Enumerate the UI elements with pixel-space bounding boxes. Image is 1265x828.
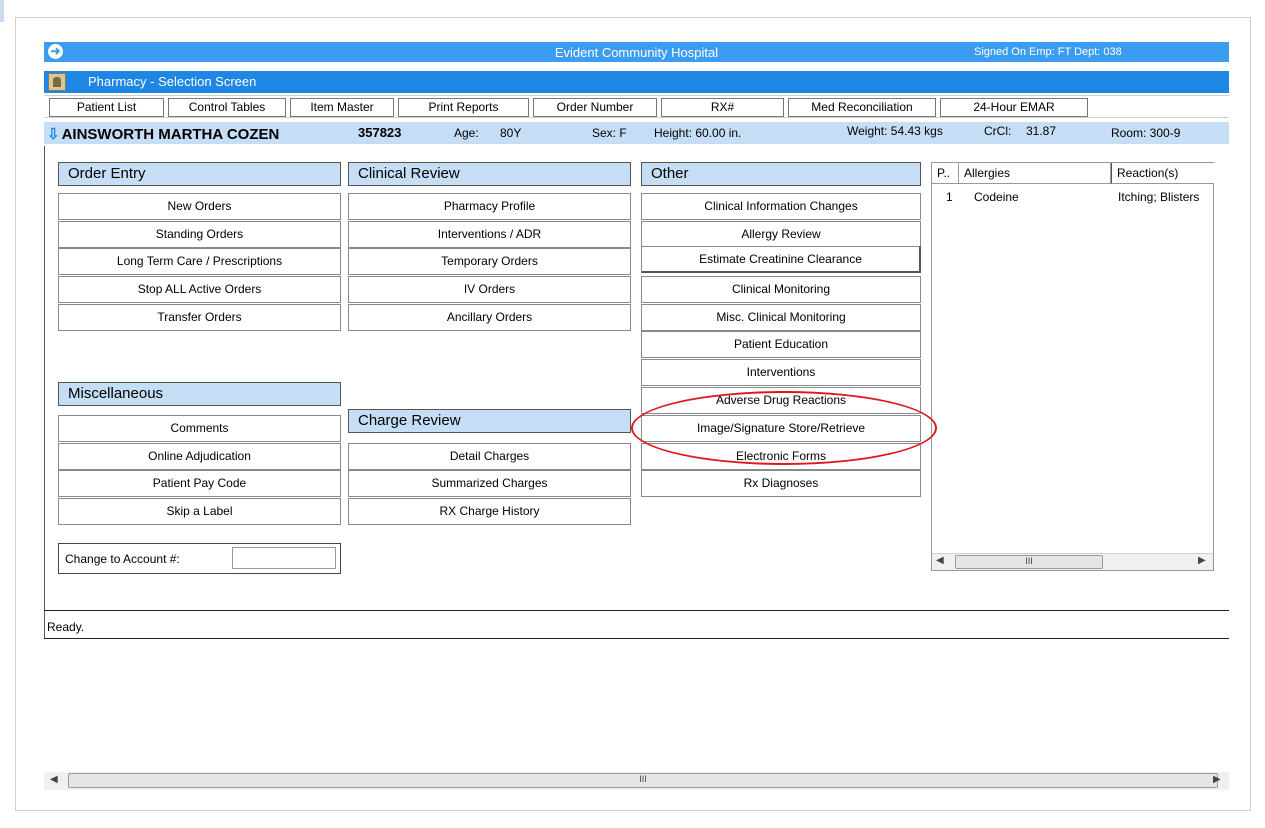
allergies-column-header[interactable]: Allergies xyxy=(959,163,1111,184)
crcl-label: CrCl: xyxy=(984,124,1012,138)
scroll-left-icon[interactable]: ◀ xyxy=(936,555,944,566)
priority-column-header[interactable]: P.. xyxy=(932,163,959,184)
page-scroll-thumb[interactable]: III xyxy=(68,773,1218,788)
scroll-thumb[interactable]: III xyxy=(955,555,1103,569)
allergy-priority: 1 xyxy=(946,190,953,204)
window-edge xyxy=(0,0,4,22)
ancillary-orders-button[interactable]: Ancillary Orders xyxy=(348,304,631,331)
allergy-review-button[interactable]: Allergy Review xyxy=(641,221,921,248)
reactions-column-header[interactable]: Reaction(s) xyxy=(1111,163,1214,184)
change-account-label: Change to Account #: xyxy=(65,552,180,566)
height: Height: 60.00 in. xyxy=(654,126,742,140)
down-arrow-icon[interactable]: ⇩ xyxy=(47,126,60,143)
title-bar: ➜ Evident Community Hospital Signed On E… xyxy=(44,42,1229,62)
patient-name-text: AINSWORTH MARTHA COZEN xyxy=(61,126,280,143)
print-reports-button[interactable]: Print Reports xyxy=(398,98,529,117)
crcl-value: 31.87 xyxy=(1026,124,1057,138)
detail-charges-button[interactable]: Detail Charges xyxy=(348,443,631,470)
misc-clinical-monitoring-button[interactable]: Misc. Clinical Monitoring xyxy=(641,304,921,331)
page-scroll-left-icon[interactable]: ◀ xyxy=(50,774,58,785)
image-signature-store-retrieve-button[interactable]: Image/Signature Store/Retrieve xyxy=(641,415,921,442)
standing-orders-button[interactable]: Standing Orders xyxy=(58,221,341,248)
charge-review-header: Charge Review xyxy=(348,409,631,433)
patient-education-button[interactable]: Patient Education xyxy=(641,331,921,358)
stop-all-active-orders-button[interactable]: Stop ALL Active Orders xyxy=(58,276,341,303)
toolbar: Patient List Control Tables Item Master … xyxy=(44,95,1229,118)
account-number-input[interactable] xyxy=(232,547,336,569)
allergies-panel: P.. Allergies Reaction(s) 1 Codeine Itch… xyxy=(931,162,1214,571)
comments-button[interactable]: Comments xyxy=(58,415,341,442)
med-reconciliation-button[interactable]: Med Reconciliation xyxy=(788,98,936,117)
allergy-reaction: Itching; Blisters xyxy=(1118,190,1200,204)
patient-name: ⇩ AINSWORTH MARTHA COZEN xyxy=(47,125,279,143)
clinical-monitoring-button[interactable]: Clinical Monitoring xyxy=(641,276,921,303)
control-tables-button[interactable]: Control Tables xyxy=(168,98,286,117)
item-master-button[interactable]: Item Master xyxy=(290,98,394,117)
temporary-orders-button[interactable]: Temporary Orders xyxy=(348,248,631,275)
patient-id: 357823 xyxy=(358,125,402,140)
age-value: 80Y xyxy=(500,126,522,140)
order-entry-header: Order Entry xyxy=(58,162,341,186)
interventions-button[interactable]: Interventions xyxy=(641,359,921,386)
pharmacy-profile-button[interactable]: Pharmacy Profile xyxy=(348,193,631,220)
online-adjudication-button[interactable]: Online Adjudication xyxy=(58,443,341,470)
rx-diagnoses-button[interactable]: Rx Diagnoses xyxy=(641,470,921,497)
new-orders-button[interactable]: New Orders xyxy=(58,193,341,220)
room: Room: 300-9 xyxy=(1111,126,1181,140)
screen-title-bar: Pharmacy - Selection Screen xyxy=(44,71,1229,93)
sex: Sex: F xyxy=(592,126,627,140)
age-label: Age: xyxy=(454,126,479,140)
iv-orders-button[interactable]: IV Orders xyxy=(348,276,631,303)
allergies-horizontal-scrollbar[interactable]: ◀ III ▶ xyxy=(932,553,1213,570)
screen-title: Pharmacy - Selection Screen xyxy=(88,74,257,89)
content-left-border xyxy=(44,146,45,639)
patient-pay-code-button[interactable]: Patient Pay Code xyxy=(58,470,341,497)
long-term-care-button[interactable]: Long Term Care / Prescriptions xyxy=(58,248,341,275)
rx-number-button[interactable]: RX# xyxy=(661,98,784,117)
scroll-right-icon[interactable]: ▶ xyxy=(1198,555,1206,566)
clinical-review-header: Clinical Review xyxy=(348,162,631,186)
weight: Weight: 54.43 kgs xyxy=(847,124,943,138)
pharmacist-icon xyxy=(48,73,66,91)
signed-on-info: Signed On Emp: FT Dept: 038 xyxy=(974,46,1122,58)
status-divider-bottom xyxy=(44,638,1229,639)
page-horizontal-scrollbar[interactable]: ◀ III ▶ xyxy=(44,772,1229,790)
other-header: Other xyxy=(641,162,921,186)
change-account-box: Change to Account #: xyxy=(58,543,341,574)
transfer-orders-button[interactable]: Transfer Orders xyxy=(58,304,341,331)
adverse-drug-reactions-button[interactable]: Adverse Drug Reactions xyxy=(641,387,921,414)
electronic-forms-button[interactable]: Electronic Forms xyxy=(641,443,921,470)
clinical-information-changes-button[interactable]: Clinical Information Changes xyxy=(641,193,921,220)
allergy-name: Codeine xyxy=(974,190,1019,204)
rx-charge-history-button[interactable]: RX Charge History xyxy=(348,498,631,525)
order-number-button[interactable]: Order Number xyxy=(533,98,657,117)
patient-list-button[interactable]: Patient List xyxy=(49,98,164,117)
estimate-creatinine-clearance-button[interactable]: Estimate Creatinine Clearance xyxy=(641,246,921,273)
status-text: Ready. xyxy=(47,620,85,634)
status-divider-top xyxy=(44,610,1229,611)
miscellaneous-header: Miscellaneous xyxy=(58,382,341,406)
summarized-charges-button[interactable]: Summarized Charges xyxy=(348,470,631,497)
interventions-adr-button[interactable]: Interventions / ADR xyxy=(348,221,631,248)
page-scroll-right-icon[interactable]: ▶ xyxy=(1213,774,1221,785)
skip-a-label-button[interactable]: Skip a Label xyxy=(58,498,341,525)
emar-24-hour-button[interactable]: 24-Hour EMAR xyxy=(940,98,1088,117)
patient-banner: ⇩ AINSWORTH MARTHA COZEN 357823 Age: 80Y … xyxy=(44,122,1229,144)
